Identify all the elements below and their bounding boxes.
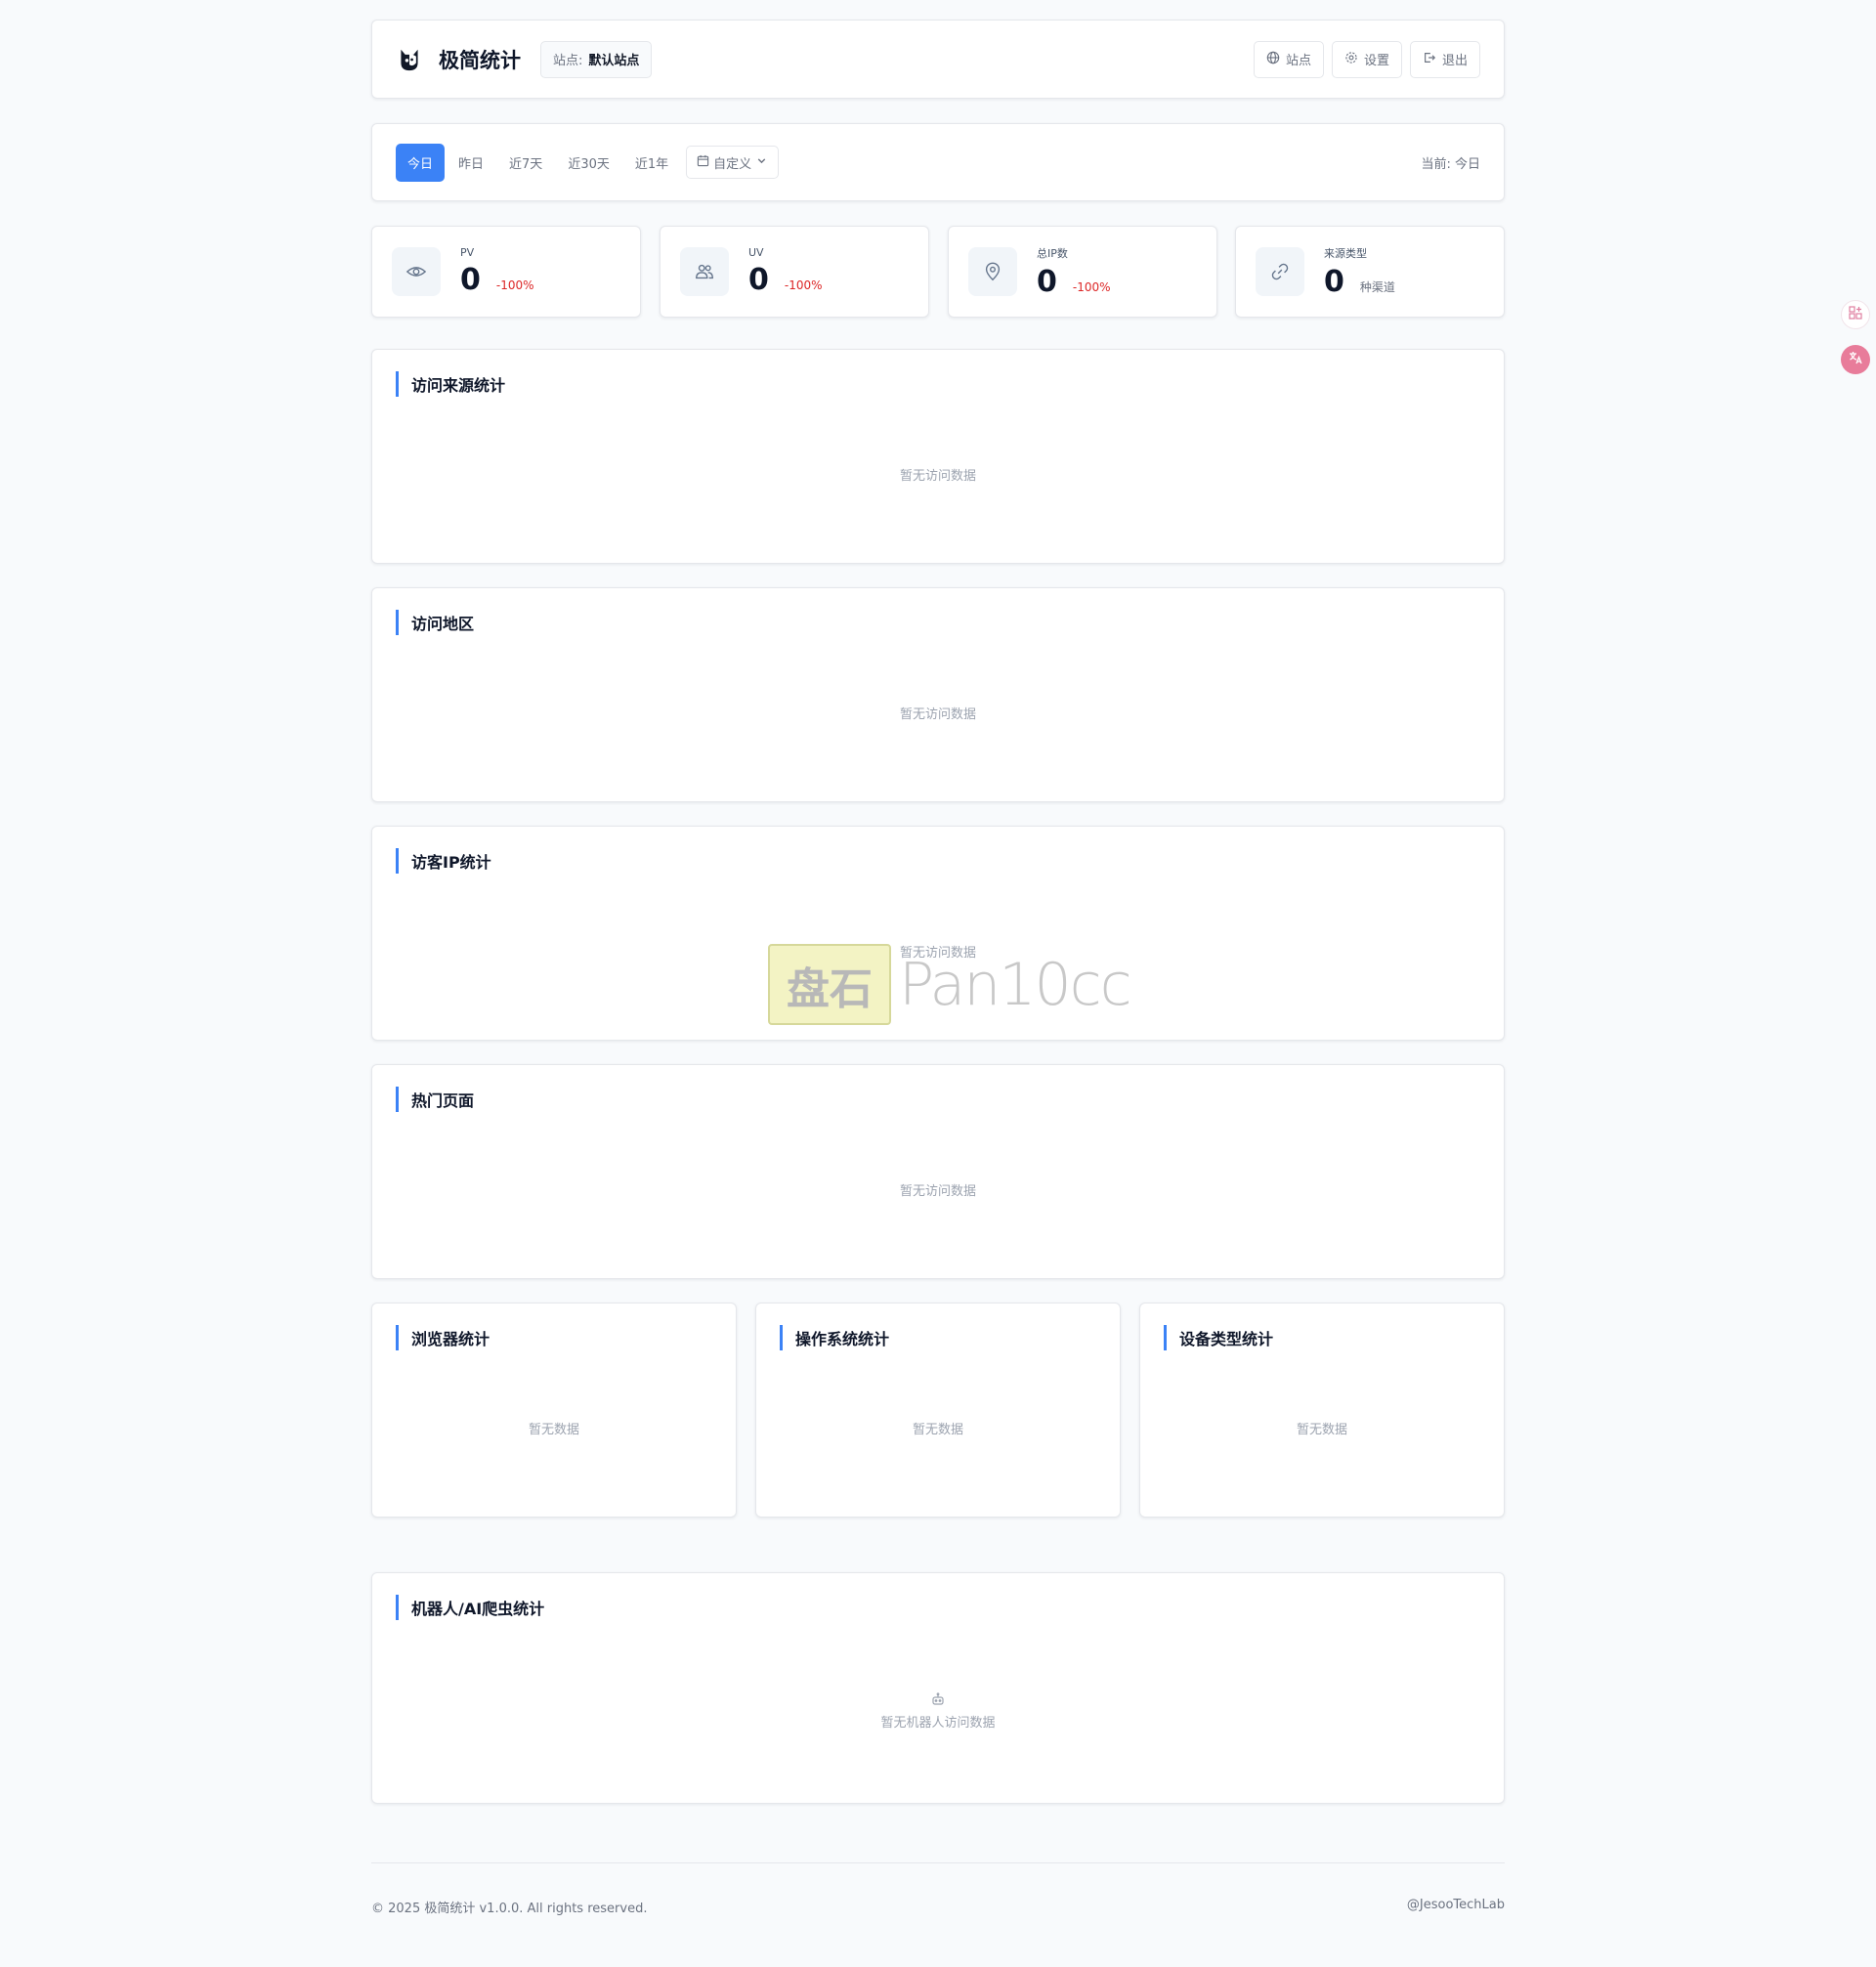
section-title: 设备类型统计 <box>1164 1325 1273 1350</box>
range-30-days[interactable]: 近30天 <box>556 144 621 182</box>
date-range-bar: 今日 昨日 近7天 近30天 近1年 自定义 当前: 今日 <box>371 123 1505 201</box>
empty-state: 暂无数据 <box>528 1423 579 1437</box>
settings-button-label: 设置 <box>1363 54 1389 68</box>
users-icon <box>680 247 729 296</box>
stat-card-uv: UV 0 -100% <box>660 226 929 318</box>
empty-state: 暂无数据 <box>912 1423 963 1437</box>
site-value: 默认站点 <box>588 54 640 68</box>
apps-icon <box>1848 305 1863 324</box>
logout-button[interactable]: 退出 <box>1409 40 1480 78</box>
section-visitor-ip-stats: 访客IP统计 暂无访问数据 <box>371 826 1505 1041</box>
robot-icon <box>372 1692 1504 1706</box>
stat-value: 0 <box>748 263 769 297</box>
stat-card-pv: PV 0 -100% <box>371 226 641 318</box>
section-title: 浏览器统计 <box>396 1325 490 1350</box>
calendar-icon <box>697 154 709 171</box>
stat-card-source: 来源类型 0 种渠道 <box>1235 226 1505 318</box>
custom-range-label: 自定义 <box>713 156 752 172</box>
section-referrer-stats: 访问来源统计 暂无访问数据 <box>371 349 1505 564</box>
map-pin-icon <box>968 247 1017 296</box>
stat-value: 0 <box>1324 264 1344 299</box>
empty-state: 暂无访问数据 <box>899 946 976 961</box>
section-device-stats: 设备类型统计 暂无数据 <box>1139 1303 1505 1518</box>
empty-state: 暂无访问数据 <box>899 707 976 722</box>
stat-label: 总IP数 <box>1037 246 1068 260</box>
section-os-stats: 操作系统统计 暂无数据 <box>755 1303 1121 1518</box>
header-actions: 站点 设置 退出 <box>1253 40 1480 78</box>
robot-empty-state: 暂无机器人访问数据 <box>372 1692 1504 1731</box>
top-header: 极简统计 站点: 默认站点 站点 设置 退出 <box>371 20 1505 99</box>
stat-value: 0 <box>460 263 481 297</box>
app-title: 极简统计 <box>439 48 521 72</box>
range-1-year[interactable]: 近1年 <box>623 144 680 182</box>
eye-icon <box>392 247 441 296</box>
section-title: 访问来源统计 <box>396 371 505 397</box>
logout-icon <box>1423 51 1436 68</box>
custom-range-dropdown[interactable]: 自定义 <box>686 146 780 179</box>
link-icon <box>1256 247 1304 296</box>
cat-logo-icon <box>396 44 423 75</box>
side-apps-button[interactable] <box>1841 300 1870 329</box>
stat-unit: 种渠道 <box>1359 279 1395 294</box>
sites-button-label: 站点 <box>1285 54 1311 68</box>
stat-delta: -100% <box>784 278 823 292</box>
range-yesterday[interactable]: 昨日 <box>447 144 495 182</box>
empty-state: 暂无访问数据 <box>899 1184 976 1199</box>
section-title: 热门页面 <box>396 1087 474 1112</box>
settings-button[interactable]: 设置 <box>1331 40 1402 78</box>
footer-divider <box>371 1862 1505 1863</box>
section-robot-stats: 机器人/AI爬虫统计 暂无机器人访问数据 <box>371 1572 1505 1804</box>
stat-delta: -100% <box>495 278 534 292</box>
footer-copyright: © 2025 极简统计 v1.0.0. All rights reserved. <box>371 1902 648 1916</box>
section-popular-pages: 热门页面 暂无访问数据 <box>371 1064 1505 1279</box>
stat-card-ip: 总IP数 0 -100% <box>948 226 1217 318</box>
chevron-down-icon <box>755 154 768 171</box>
section-title: 机器人/AI爬虫统计 <box>396 1595 544 1620</box>
translate-icon <box>1848 350 1863 369</box>
footer-credit: @JesooTechLab <box>1406 1898 1505 1912</box>
section-region-stats: 访问地区 暂无访问数据 <box>371 587 1505 802</box>
stat-label: PV <box>460 246 475 259</box>
section-title: 访客IP统计 <box>396 848 491 874</box>
section-browser-stats: 浏览器统计 暂无数据 <box>371 1303 737 1518</box>
stat-delta: -100% <box>1072 279 1111 294</box>
section-title: 操作系统统计 <box>780 1325 889 1350</box>
gear-icon <box>1344 51 1358 68</box>
side-translate-button[interactable] <box>1841 345 1870 374</box>
section-title: 访问地区 <box>396 610 474 635</box>
range-today[interactable]: 今日 <box>396 143 446 182</box>
logout-button-label: 退出 <box>1441 54 1468 68</box>
range-7-days[interactable]: 近7天 <box>497 144 554 182</box>
stat-label: 来源类型 <box>1324 246 1367 260</box>
site-label: 站点: <box>553 54 583 68</box>
empty-state: 暂无数据 <box>1296 1423 1347 1437</box>
globe-icon <box>1266 51 1280 68</box>
footer: © 2025 极简统计 v1.0.0. All rights reserved.… <box>371 1898 1505 1916</box>
current-range-text: 当前: 今日 <box>1421 156 1480 172</box>
stat-value: 0 <box>1037 264 1057 299</box>
robot-empty-text: 暂无机器人访问数据 <box>880 1716 996 1731</box>
empty-state: 暂无访问数据 <box>899 469 976 484</box>
sites-button[interactable]: 站点 <box>1253 40 1324 78</box>
stat-label: UV <box>748 246 764 259</box>
site-selector[interactable]: 站点: 默认站点 <box>540 40 653 78</box>
